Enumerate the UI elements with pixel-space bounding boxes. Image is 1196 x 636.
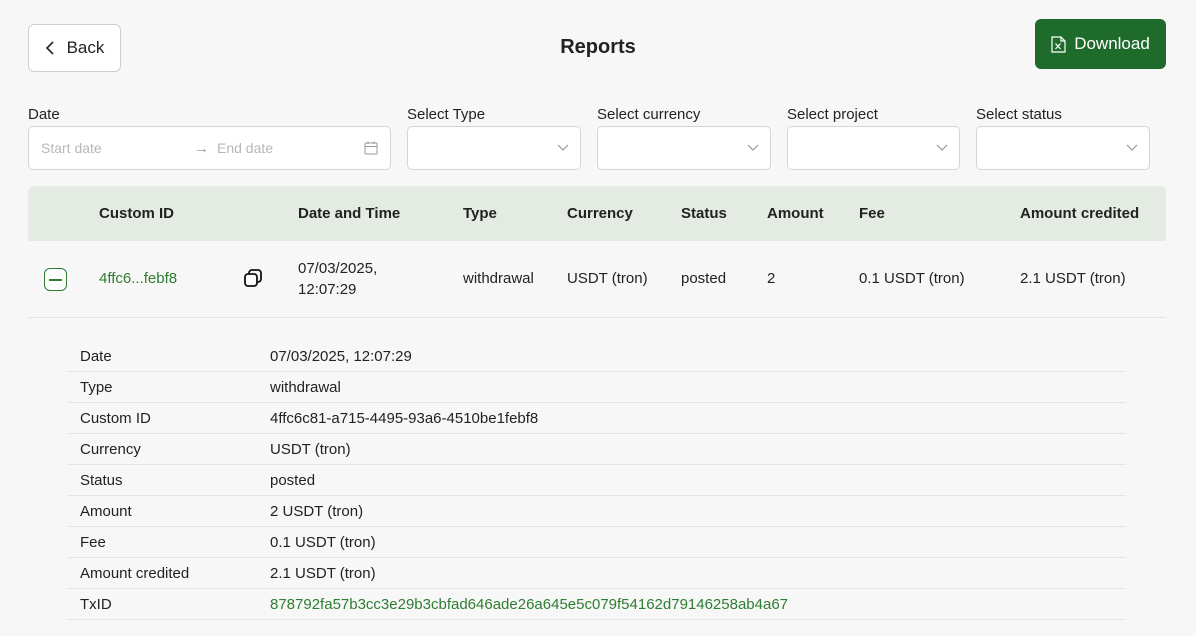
chevron-down-icon	[747, 144, 759, 151]
chevron-down-icon	[557, 144, 569, 151]
column-header-custom-id: Custom ID	[99, 205, 174, 222]
detail-label: Custom ID	[80, 410, 151, 427]
status-cell: posted	[681, 270, 727, 287]
column-header-status: Status	[681, 205, 727, 222]
column-header-date-time: Date and Time	[298, 205, 401, 222]
detail-value: 2.1 USDT (tron)	[270, 565, 376, 582]
column-header-currency: Currency	[567, 205, 633, 222]
detail-value: 4ffc6c81-a715-4495-93a6-4510be1febf8	[270, 410, 539, 427]
amount-cell: 2	[767, 270, 776, 287]
type-filter-label: Select Type	[407, 106, 486, 123]
detail-row-date: Date 07/03/2025, 12:07:29	[68, 341, 1126, 372]
txid-link[interactable]: 878792fa57b3cc3e29b3cbfad646ade26a645e5c…	[270, 596, 788, 613]
calendar-icon	[364, 141, 378, 155]
table-header: Custom ID Date and Time Type Currency St…	[28, 186, 1166, 241]
detail-value: 2 USDT (tron)	[270, 503, 364, 520]
detail-value: 07/03/2025, 12:07:29	[270, 348, 412, 365]
page-title: Reports	[560, 36, 636, 58]
column-header-amount-credited: Amount credited	[1020, 205, 1140, 222]
detail-label: Status	[80, 472, 123, 489]
column-header-fee: Fee	[859, 205, 885, 222]
detail-row-txid: TxID 878792fa57b3cc3e29b3cbfad646ade26a6…	[68, 589, 1126, 620]
amount-credited-cell: 2.1 USDT (tron)	[1020, 270, 1126, 287]
chevron-down-icon	[936, 144, 948, 151]
detail-label: Amount	[80, 503, 132, 520]
currency-filter-label: Select currency	[597, 106, 701, 123]
detail-value: posted	[270, 472, 316, 489]
excel-file-icon	[1051, 35, 1066, 53]
detail-row-type: Type withdrawal	[68, 372, 1126, 403]
fee-cell: 0.1 USDT (tron)	[859, 270, 965, 287]
copy-icon[interactable]	[243, 268, 263, 288]
project-select[interactable]	[787, 126, 960, 170]
column-header-amount: Amount	[767, 205, 824, 222]
currency-select[interactable]	[597, 126, 771, 170]
custom-id-link[interactable]: 4ffc6...febf8	[99, 270, 177, 287]
detail-label: Currency	[80, 441, 141, 458]
date-range-picker[interactable]: Start date → End date	[28, 126, 391, 170]
currency-cell: USDT (tron)	[567, 270, 648, 287]
status-select[interactable]	[976, 126, 1150, 170]
detail-row-amount-credited: Amount credited 2.1 USDT (tron)	[68, 558, 1126, 589]
start-date-input[interactable]: Start date	[41, 140, 102, 156]
detail-label: Amount credited	[80, 565, 190, 582]
date-cell-line2: 12:07:29	[298, 281, 357, 298]
download-label: Download	[1074, 34, 1150, 53]
detail-row-custom-id: Custom ID 4ffc6c81-a715-4495-93a6-4510be…	[68, 403, 1126, 434]
detail-label: Type	[80, 379, 113, 396]
detail-value: 0.1 USDT (tron)	[270, 534, 376, 551]
detail-value: withdrawal	[270, 379, 341, 396]
status-filter-label: Select status	[976, 106, 1062, 123]
column-header-type: Type	[463, 205, 497, 222]
detail-label: Date	[80, 348, 112, 365]
row-details: Date 07/03/2025, 12:07:29 Type withdrawa…	[68, 341, 1126, 620]
download-button[interactable]: Download	[1035, 19, 1166, 69]
detail-row-fee: Fee 0.1 USDT (tron)	[68, 527, 1126, 558]
arrow-right-icon: →	[194, 139, 209, 157]
project-filter-label: Select project	[787, 106, 878, 123]
date-filter-label: Date	[28, 106, 60, 123]
date-cell-line1: 07/03/2025,	[298, 260, 378, 277]
collapse-row-button[interactable]	[44, 268, 67, 291]
chevron-down-icon	[1126, 144, 1138, 151]
detail-label: TxID	[80, 596, 112, 613]
type-cell: withdrawal	[463, 270, 534, 287]
detail-row-currency: Currency USDT (tron)	[68, 434, 1126, 465]
type-select[interactable]	[407, 126, 581, 170]
table-row[interactable]: 4ffc6...febf8 07/03/2025, 12:07:29 withd…	[28, 241, 1166, 318]
detail-value: USDT (tron)	[270, 441, 351, 458]
detail-row-status: Status posted	[68, 465, 1126, 496]
end-date-input[interactable]: End date	[217, 140, 273, 156]
detail-row-amount: Amount 2 USDT (tron)	[68, 496, 1126, 527]
detail-label: Fee	[80, 534, 106, 551]
